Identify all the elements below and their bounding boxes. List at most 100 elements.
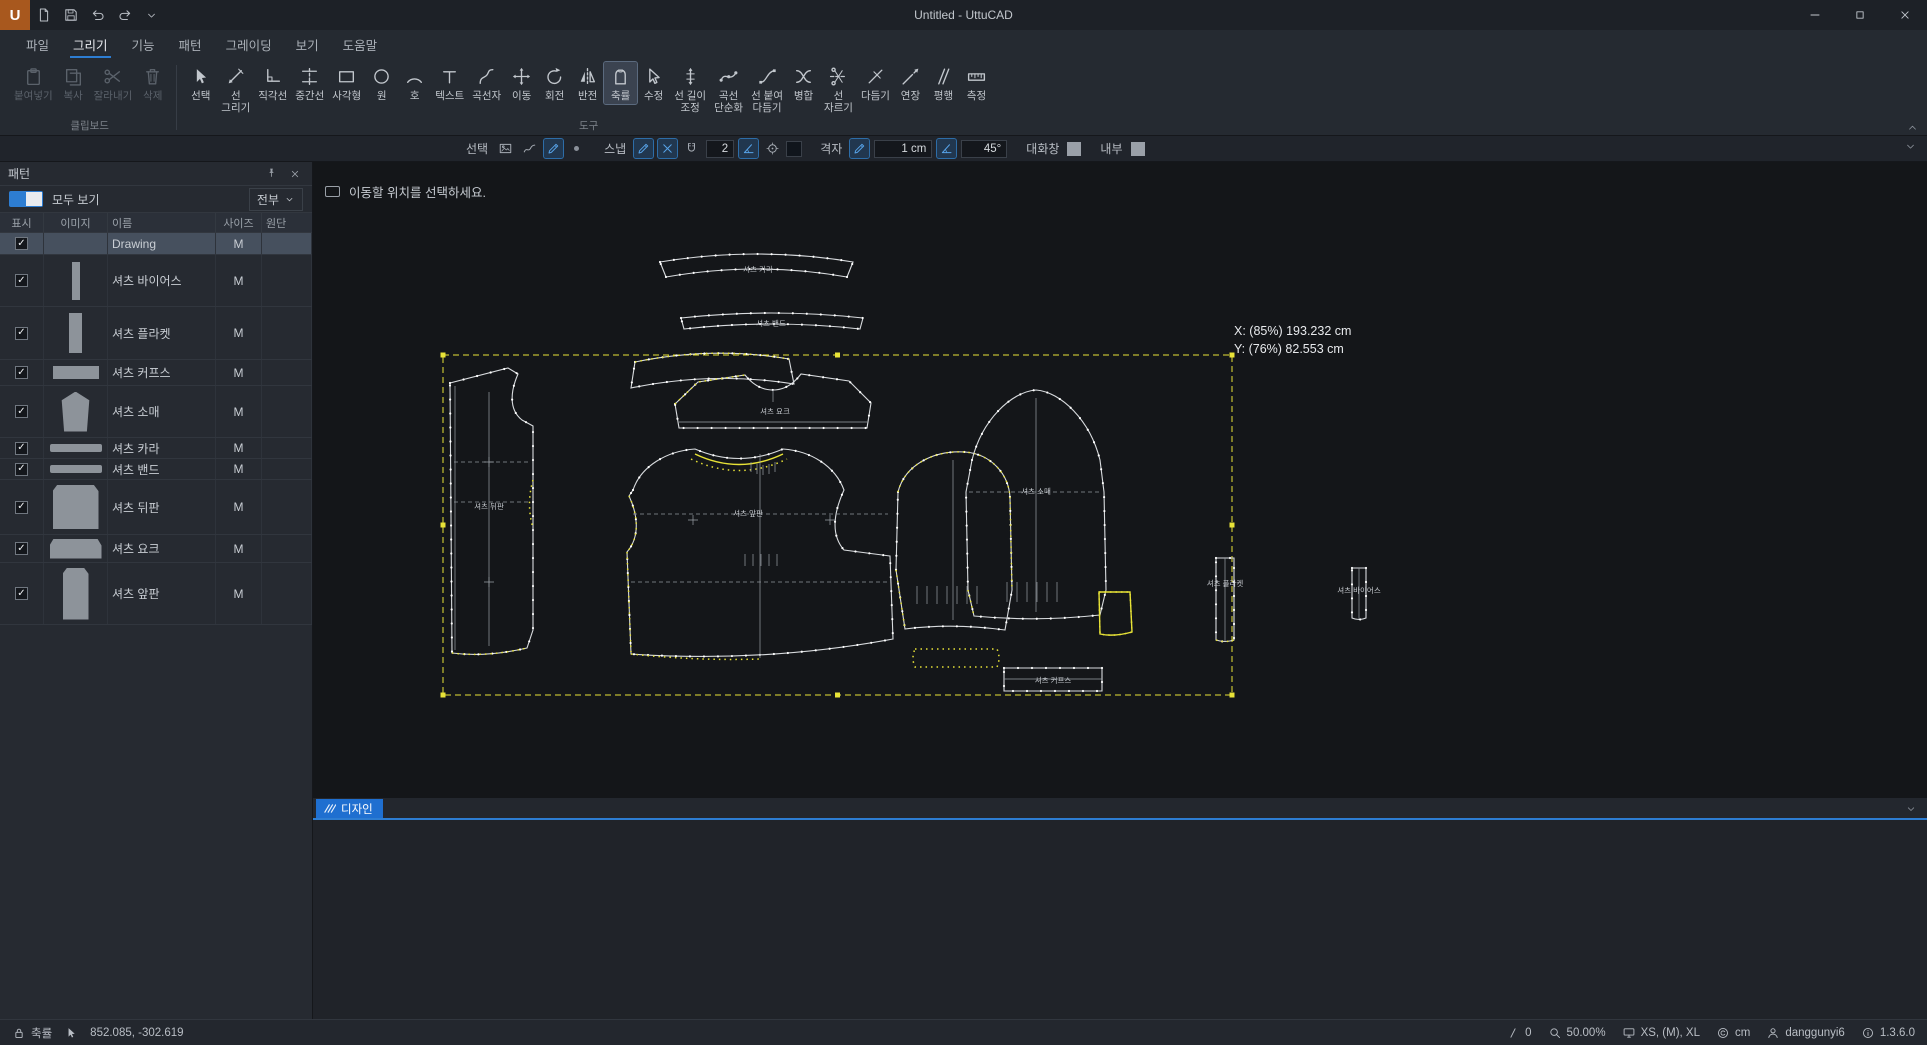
menubar-item-6[interactable]: 도움말 bbox=[331, 30, 390, 58]
column-header-1[interactable]: 이미지 bbox=[44, 213, 108, 232]
grid-size-input[interactable]: 1 cm bbox=[874, 140, 932, 158]
tool-line-length-button[interactable]: 선 길이 조정 bbox=[670, 62, 710, 116]
piece-band-bottom[interactable] bbox=[913, 649, 999, 667]
drawing-canvas[interactable]: 셔츠 카라 셔츠 밴드 bbox=[313, 162, 1927, 798]
user-indicator[interactable]: danggunyi6 bbox=[1766, 1026, 1844, 1040]
freehand-toggle[interactable] bbox=[520, 139, 539, 158]
tool-pen-line-button[interactable]: 선 그리기 bbox=[217, 62, 254, 116]
filter-dropdown[interactable]: 전부 bbox=[249, 188, 303, 211]
active-tool-indicator[interactable]: 축률 bbox=[12, 1025, 52, 1041]
pattern-row-1[interactable]: ✓셔츠 바이어스M bbox=[0, 255, 312, 307]
snap-distance-input[interactable]: 2 bbox=[706, 140, 734, 158]
tool-modify-button[interactable]: 수정 bbox=[637, 62, 670, 104]
tool-measure-button[interactable]: 측정 bbox=[960, 62, 993, 104]
visibility-checkbox[interactable]: ✓ bbox=[15, 237, 28, 250]
visibility-checkbox[interactable]: ✓ bbox=[15, 442, 28, 455]
visibility-checkbox[interactable]: ✓ bbox=[15, 501, 28, 514]
panel-close-icon[interactable] bbox=[286, 165, 304, 183]
snap-intersection-toggle[interactable] bbox=[658, 139, 677, 158]
version-indicator[interactable]: 1.3.6.0 bbox=[1861, 1026, 1915, 1040]
visibility-checkbox[interactable]: ✓ bbox=[15, 405, 28, 418]
tool-line-cut-button[interactable]: 선 자르기 bbox=[820, 62, 857, 116]
grid-angle-input[interactable]: 45° bbox=[961, 140, 1007, 158]
undo-icon[interactable] bbox=[84, 0, 111, 30]
piece-placket[interactable]: 셔츠 플라켓 bbox=[1207, 558, 1244, 642]
show-all-toggle[interactable] bbox=[9, 191, 43, 207]
app-logo[interactable]: U bbox=[0, 0, 30, 30]
tool-move-button[interactable]: 이동 bbox=[505, 62, 538, 104]
piece-band[interactable]: 셔츠 밴드 bbox=[681, 313, 863, 329]
tool-line-attach-trim-button[interactable]: 선 붙여 다듬기 bbox=[747, 62, 787, 116]
column-header-4[interactable]: 원단 bbox=[262, 213, 312, 232]
piece-bias[interactable]: 셔츠 바이어스 bbox=[1337, 568, 1381, 620]
piece-yoke-strip[interactable] bbox=[631, 353, 794, 388]
draw-toggle[interactable] bbox=[544, 139, 563, 158]
tool-merge-button[interactable]: 병합 bbox=[787, 62, 820, 104]
tool-arc-button[interactable]: 호 bbox=[398, 62, 431, 104]
tool-scale-pattern-button[interactable]: 축률 bbox=[604, 62, 637, 104]
pattern-row-6[interactable]: ✓셔츠 밴드M bbox=[0, 459, 312, 480]
tab-design[interactable]: 디자인 bbox=[316, 799, 383, 818]
pointer-mode-icon[interactable] bbox=[64, 1026, 78, 1040]
visibility-checkbox[interactable]: ✓ bbox=[15, 327, 28, 340]
menubar-item-2[interactable]: 기능 bbox=[120, 30, 167, 58]
visibility-checkbox[interactable]: ✓ bbox=[15, 274, 28, 287]
piece-back[interactable]: 셔츠 뒤판 bbox=[450, 368, 533, 654]
grid-draw-toggle[interactable] bbox=[850, 139, 869, 158]
unit-indicator[interactable]: cm bbox=[1716, 1026, 1750, 1040]
piece-sleeve-small[interactable] bbox=[896, 452, 1012, 630]
pattern-row-7[interactable]: ✓셔츠 뒤판M bbox=[0, 480, 312, 535]
menubar-item-5[interactable]: 보기 bbox=[284, 30, 331, 58]
visibility-checkbox[interactable]: ✓ bbox=[15, 587, 28, 600]
piece-cuff[interactable]: 셔츠 커프스 bbox=[1004, 668, 1102, 691]
pattern-row-2[interactable]: ✓셔츠 플라켓M bbox=[0, 307, 312, 360]
zoom-indicator[interactable]: 50.00% bbox=[1548, 1026, 1606, 1040]
visibility-checkbox[interactable]: ✓ bbox=[15, 366, 28, 379]
minimize-button[interactable] bbox=[1792, 0, 1837, 30]
tool-curve-ruler-button[interactable]: 곡선자 bbox=[468, 62, 505, 104]
menubar-item-1[interactable]: 그리기 bbox=[61, 30, 120, 58]
selection-bounds[interactable] bbox=[441, 353, 1235, 698]
close-button[interactable] bbox=[1882, 0, 1927, 30]
column-header-3[interactable]: 사이즈 bbox=[216, 213, 262, 232]
menubar-item-4[interactable]: 그레이딩 bbox=[214, 30, 284, 58]
pattern-canvas-drawing[interactable]: 셔츠 카라 셔츠 밴드 bbox=[313, 162, 1927, 798]
piece-yoke[interactable]: 셔츠 요크 bbox=[675, 374, 871, 428]
tool-rectangle-button[interactable]: 사각형 bbox=[328, 62, 365, 104]
visibility-checkbox[interactable]: ✓ bbox=[15, 463, 28, 476]
tool-cursor-button[interactable]: 선택 bbox=[184, 62, 217, 104]
tool-parallel-button[interactable]: 평행 bbox=[927, 62, 960, 104]
tool-mirror-button[interactable]: 반전 bbox=[571, 62, 604, 104]
pattern-row-0[interactable]: ✓DrawingM bbox=[0, 233, 312, 255]
selection-count-indicator[interactable]: 0 bbox=[1506, 1026, 1531, 1040]
dialog-swatch[interactable] bbox=[1067, 142, 1081, 156]
size-range-indicator[interactable]: XS, (M), XL bbox=[1622, 1026, 1700, 1040]
tool-curve-simplify-button[interactable]: 곡선 단순화 bbox=[710, 62, 747, 116]
tool-rotate-button[interactable]: 회전 bbox=[538, 62, 571, 104]
pin-icon[interactable] bbox=[262, 165, 280, 183]
inner-swatch[interactable] bbox=[1131, 142, 1145, 156]
tool-circle-button[interactable]: 원 bbox=[365, 62, 398, 104]
pattern-row-4[interactable]: ✓셔츠 소매M bbox=[0, 386, 312, 438]
snap-draw-toggle[interactable] bbox=[634, 139, 653, 158]
snap-point-toggle[interactable] bbox=[763, 139, 782, 158]
visibility-checkbox[interactable]: ✓ bbox=[15, 542, 28, 555]
quick-access-chevron-icon[interactable] bbox=[138, 0, 165, 30]
tool-extend-button[interactable]: 연장 bbox=[894, 62, 927, 104]
tool-trim-button[interactable]: 다듬기 bbox=[857, 62, 894, 104]
column-header-2[interactable]: 이름 bbox=[108, 213, 216, 232]
menubar-item-3[interactable]: 패턴 bbox=[167, 30, 214, 58]
subtoolbar-overflow-chevron-icon[interactable] bbox=[1904, 140, 1917, 153]
save-icon[interactable] bbox=[57, 0, 84, 30]
pattern-row-3[interactable]: ✓셔츠 커프스M bbox=[0, 360, 312, 386]
tool-perpendicular-button[interactable]: 직각선 bbox=[254, 62, 291, 104]
tool-midline-button[interactable]: 중간선 bbox=[291, 62, 328, 104]
tool-text-button[interactable]: 텍스트 bbox=[431, 62, 468, 104]
piece-collar[interactable]: 셔츠 카라 bbox=[660, 254, 853, 277]
pattern-row-5[interactable]: ✓셔츠 카라M bbox=[0, 438, 312, 459]
pattern-row-9[interactable]: ✓셔츠 앞판M bbox=[0, 563, 312, 625]
snap-magnet-toggle[interactable] bbox=[682, 139, 701, 158]
snap-color-swatch[interactable] bbox=[787, 142, 801, 156]
piece-front[interactable]: 셔츠 앞판 bbox=[627, 449, 893, 659]
menubar-item-0[interactable]: 파일 bbox=[14, 30, 61, 58]
